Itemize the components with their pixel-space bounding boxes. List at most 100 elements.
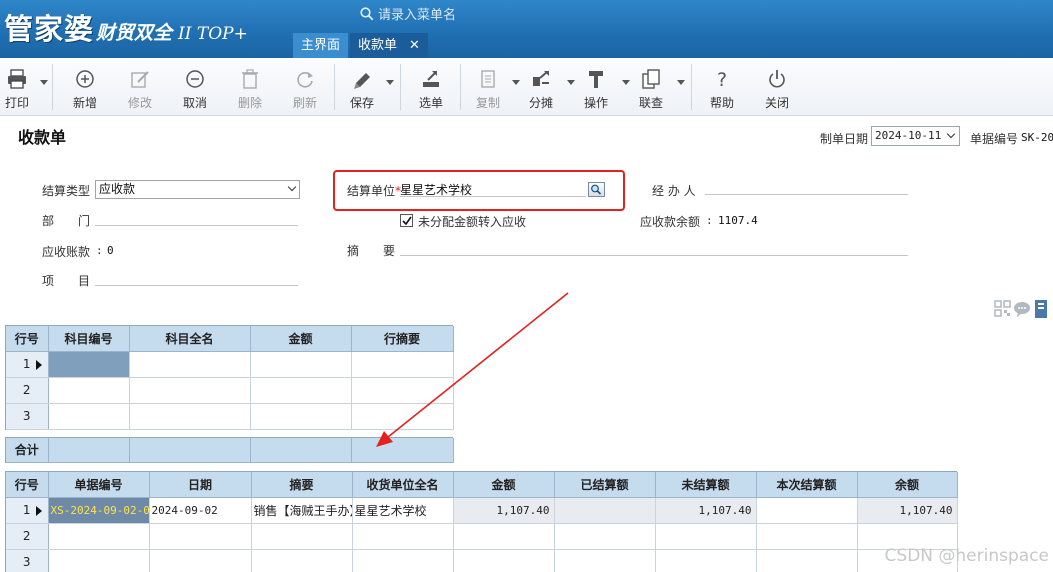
table-cell[interactable]	[351, 377, 454, 404]
lookup-button[interactable]	[588, 182, 605, 197]
grid2-header-row: 行号 单据编号 日期 摘要 收货单位全名 金额 已结算额 未结算额 本次结算额 …	[6, 472, 958, 498]
table-cell[interactable]	[48, 403, 130, 430]
balance-cell[interactable]: 1,107.40	[857, 497, 958, 524]
table-cell[interactable]	[48, 377, 130, 404]
amount-cell[interactable]: 1,107.40	[453, 497, 555, 524]
summary-field[interactable]	[400, 255, 908, 256]
table-cell[interactable]	[48, 523, 150, 550]
refresh-button[interactable]: 刷新	[286, 58, 324, 116]
col-header[interactable]: 金额	[453, 472, 555, 498]
col-header[interactable]: 行摘要	[351, 326, 454, 352]
date-value: 2024-10-11	[875, 129, 942, 142]
settle-type-select[interactable]: 应收款	[95, 180, 300, 199]
settled-cell[interactable]	[554, 497, 656, 524]
table-cell[interactable]	[250, 403, 352, 430]
col-header[interactable]: 单据编号	[48, 472, 150, 498]
unsettled-cell[interactable]: 1,107.40	[655, 497, 757, 524]
col-header[interactable]: 已结算额	[554, 472, 656, 498]
delete-button[interactable]: 删除	[231, 58, 269, 116]
linked-query-dropdown[interactable]	[673, 58, 685, 116]
unit-cell[interactable]: 星星艺术学校	[352, 497, 454, 524]
table-cell[interactable]	[129, 351, 251, 378]
table-row[interactable]: 1	[6, 351, 454, 378]
chevron-down-icon	[567, 80, 575, 85]
operate-button[interactable]: 操作	[577, 58, 615, 116]
copy-button[interactable]: 复制	[469, 58, 507, 116]
col-header[interactable]: 未结算额	[655, 472, 757, 498]
print-dropdown[interactable]	[36, 58, 48, 116]
copy-dropdown[interactable]	[508, 58, 520, 116]
table-cell[interactable]	[352, 523, 454, 550]
bill-no-cell[interactable]: XS-2024-09-02-00001	[48, 497, 150, 524]
qrcode-icon[interactable]	[994, 300, 1011, 317]
table-row[interactable]: 1 XS-2024-09-02-00001 2024-09-02 销售【海贼王手…	[6, 497, 958, 524]
date-select[interactable]: 2024-10-11	[871, 126, 960, 146]
table-cell[interactable]	[453, 549, 555, 572]
refresh-icon	[286, 68, 324, 96]
col-header[interactable]: 本次结算额	[756, 472, 858, 498]
handler-field[interactable]	[705, 194, 908, 195]
chat-icon[interactable]	[1014, 302, 1030, 317]
table-cell[interactable]	[149, 549, 252, 572]
grid1-header-row: 行号 科目编号 科目全名 金额 行摘要	[6, 326, 454, 352]
table-cell[interactable]	[251, 523, 353, 550]
table-cell[interactable]	[129, 377, 251, 404]
dept-field[interactable]	[95, 225, 298, 226]
table-cell[interactable]	[655, 523, 757, 550]
save-button[interactable]: 保存	[343, 58, 381, 116]
table-row[interactable]: 2	[6, 523, 958, 550]
table-cell[interactable]	[351, 403, 454, 430]
close-icon[interactable]: ✕	[409, 38, 420, 53]
table-cell[interactable]	[48, 549, 150, 572]
current-settle-cell[interactable]	[756, 497, 858, 524]
table-cell[interactable]	[149, 523, 252, 550]
tab-receipt[interactable]: 收款单 ✕	[350, 33, 428, 58]
col-header[interactable]: 摘要	[251, 472, 353, 498]
col-header[interactable]: 日期	[149, 472, 252, 498]
select-order-button[interactable]: 选单	[412, 58, 450, 116]
close-button[interactable]: 关闭	[758, 58, 796, 116]
save-dropdown[interactable]	[382, 58, 394, 116]
table-cell[interactable]	[554, 523, 656, 550]
split-dropdown[interactable]	[563, 58, 575, 116]
add-button[interactable]: 新增	[66, 58, 104, 116]
edit-button[interactable]: 修改	[121, 58, 159, 116]
table-cell[interactable]	[129, 403, 251, 430]
col-header[interactable]: 科目全名	[129, 326, 251, 352]
table-cell[interactable]	[250, 351, 352, 378]
col-header[interactable]: 金额	[250, 326, 352, 352]
panel-icon[interactable]	[1035, 300, 1047, 318]
summary-cell[interactable]: 销售【海贼王手办】	[251, 497, 353, 524]
cancel-button[interactable]: 取消	[176, 58, 214, 116]
table-row[interactable]: 2	[6, 377, 454, 404]
table-cell[interactable]	[351, 351, 454, 378]
table-cell[interactable]	[453, 523, 555, 550]
col-header[interactable]: 余额	[857, 472, 958, 498]
table-cell[interactable]	[250, 377, 352, 404]
table-row[interactable]: 3	[6, 403, 454, 430]
table-cell[interactable]	[48, 351, 130, 378]
row-number-text: 1	[22, 503, 31, 517]
table-cell[interactable]	[554, 549, 656, 572]
table-cell[interactable]	[655, 549, 757, 572]
print-button[interactable]: 打印	[2, 58, 32, 116]
col-header[interactable]: 科目编号	[48, 326, 130, 352]
linked-query-button[interactable]: 联查	[632, 58, 670, 116]
help-button[interactable]: ? 帮助	[703, 58, 741, 116]
table-cell[interactable]	[756, 523, 858, 550]
unallocated-checkbox[interactable]	[400, 214, 413, 227]
menu-search[interactable]: 请录入菜单名	[360, 4, 456, 23]
date-cell[interactable]: 2024-09-02	[149, 497, 252, 524]
split-button[interactable]: 分摊	[522, 58, 560, 116]
table-cell[interactable]	[251, 549, 353, 572]
col-header[interactable]: 收货单位全名	[352, 472, 454, 498]
operate-dropdown[interactable]	[618, 58, 630, 116]
toolbar-divider	[691, 64, 692, 110]
tab-home[interactable]: 主界面	[293, 33, 349, 58]
table-cell[interactable]	[352, 549, 454, 572]
bill-no-field[interactable]: SK-20	[1021, 131, 1053, 144]
table-row[interactable]: 3	[6, 549, 958, 572]
project-field[interactable]	[95, 285, 298, 286]
table-cell[interactable]	[756, 549, 858, 572]
receivable-balance-colon: :	[706, 214, 713, 227]
